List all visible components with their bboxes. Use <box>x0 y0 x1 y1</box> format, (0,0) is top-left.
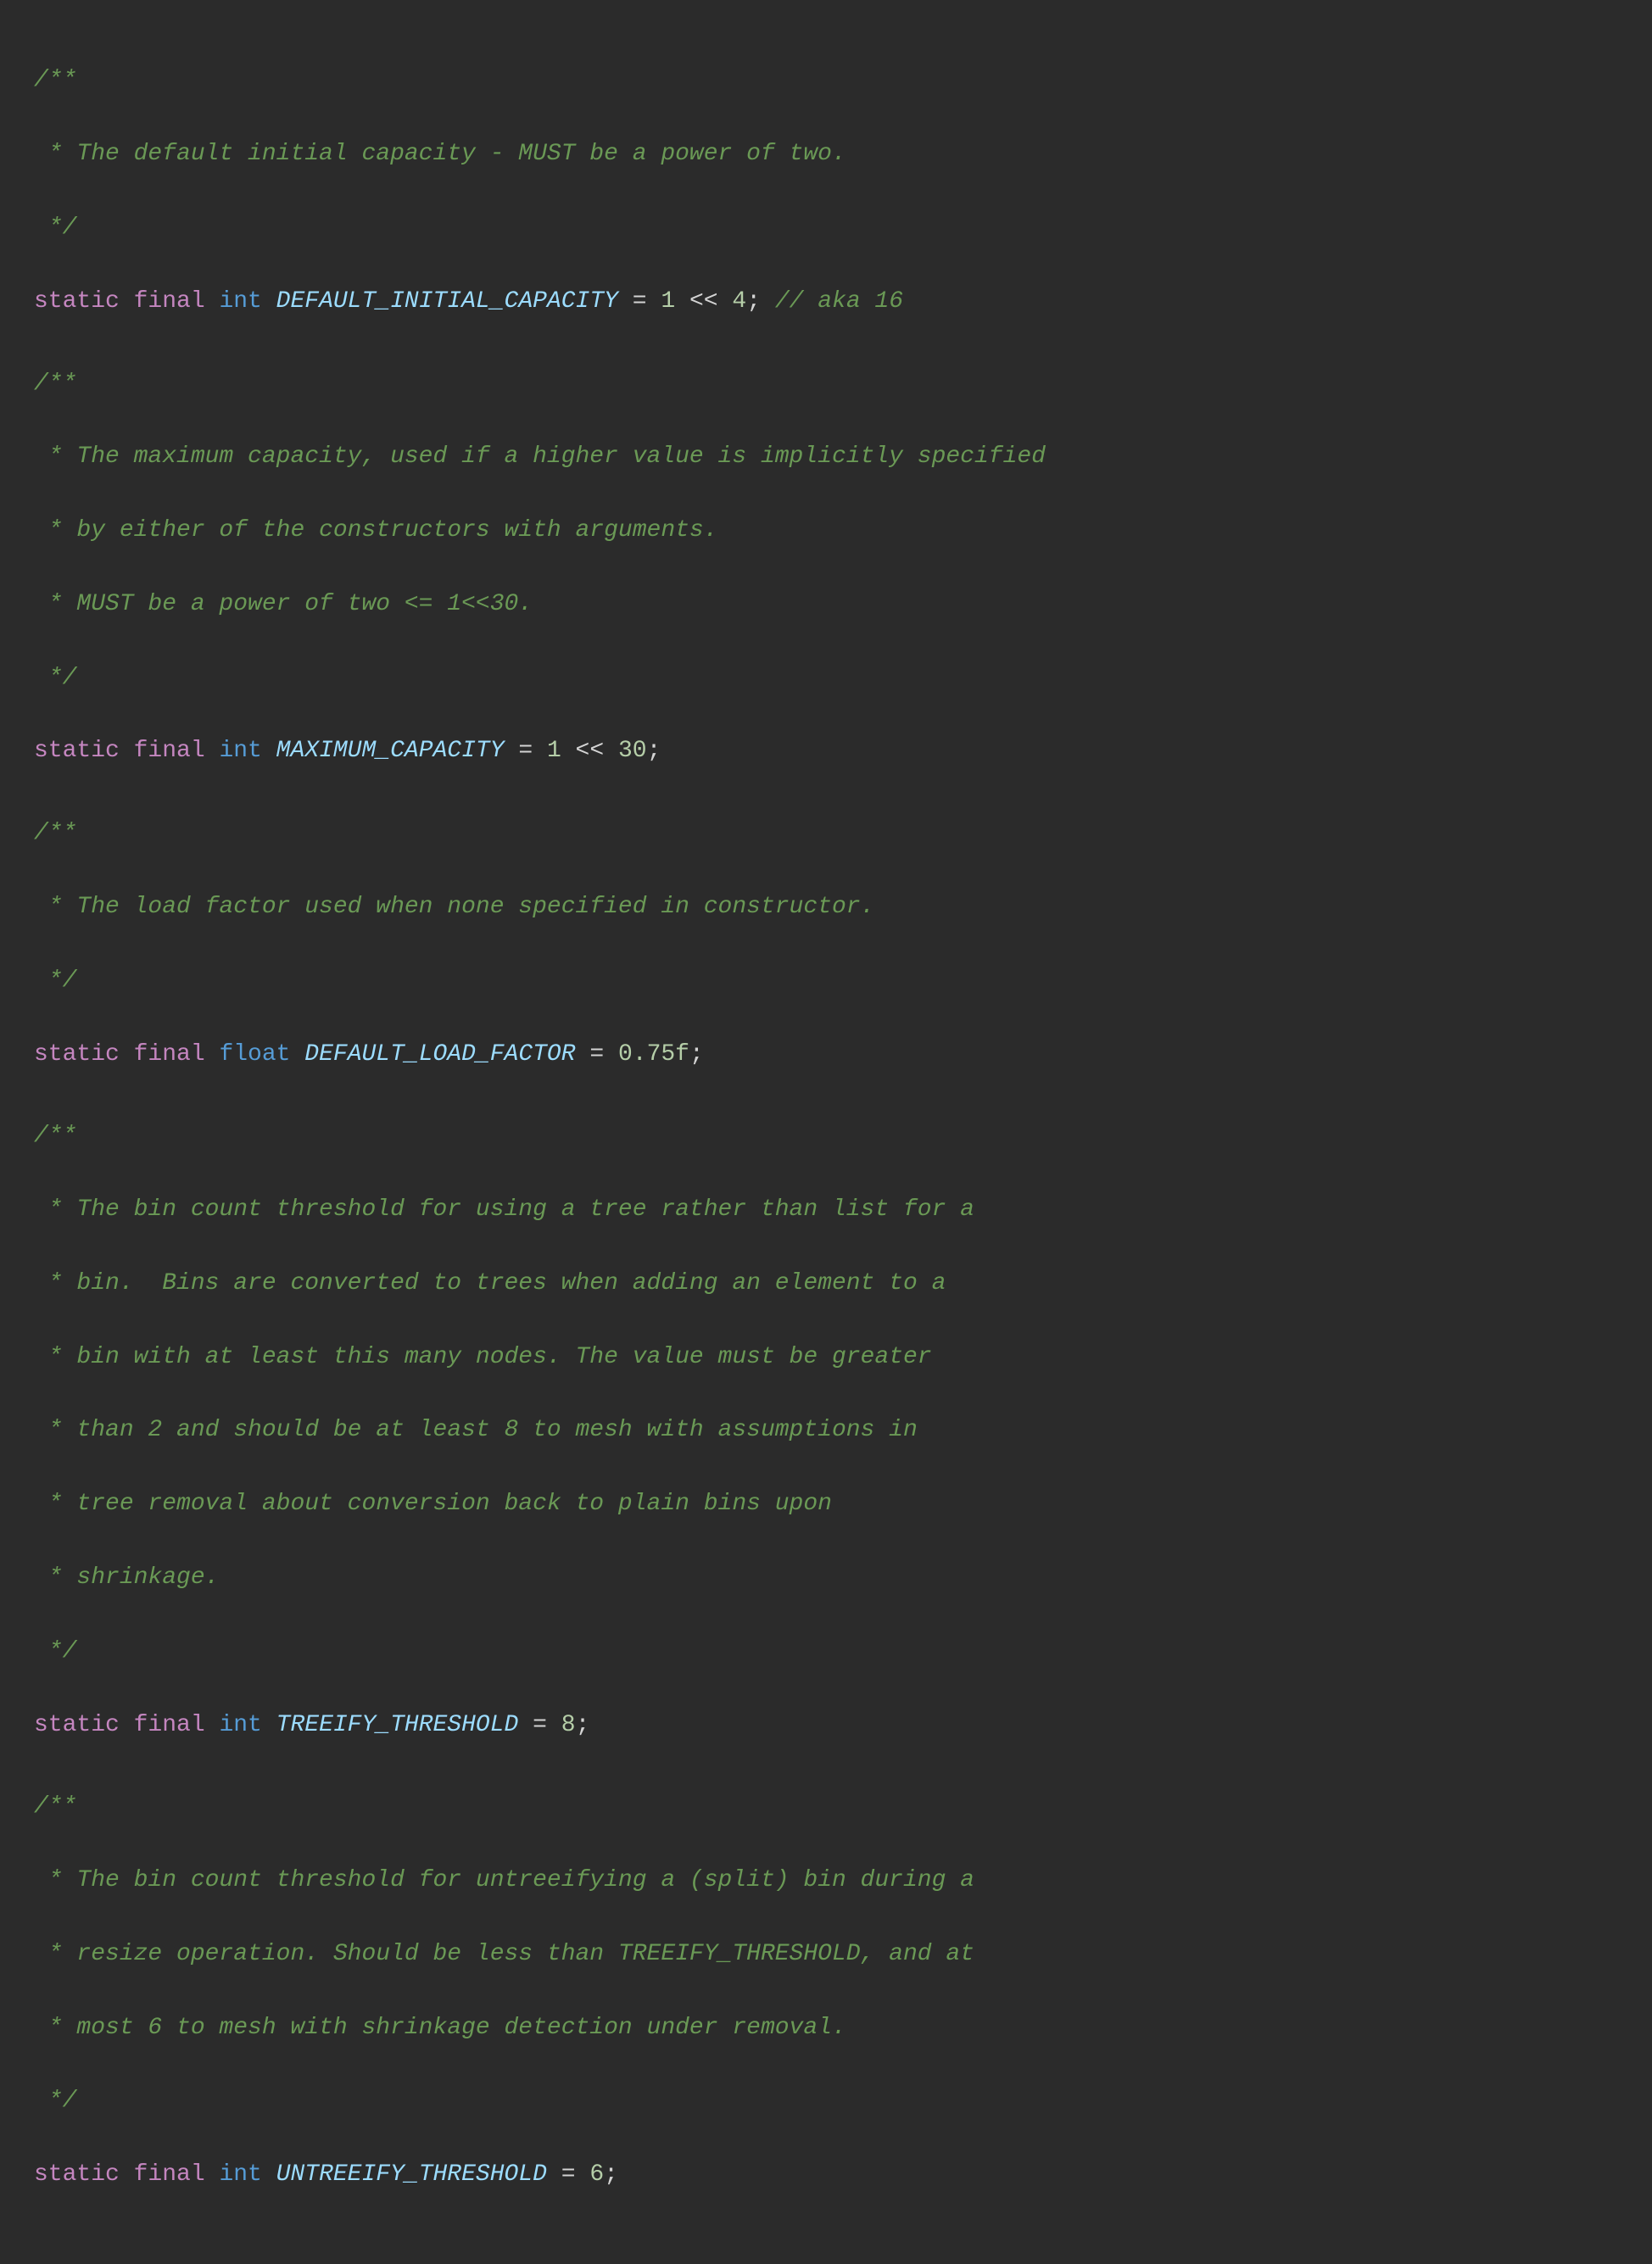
code-line: static final int UNTREEIFY_THRESHOLD = 6… <box>34 2156 1618 2193</box>
code-token: static <box>34 738 134 764</box>
comment-line: * The load factor used when none specifi… <box>34 889 1618 925</box>
comment-line: * shrinkage. <box>34 1559 1618 1596</box>
comment-line: * most 6 to mesh with shrinkage detectio… <box>34 2010 1618 2046</box>
comment-line: * bin. Bins are converted to trees when … <box>34 1265 1618 1302</box>
code-token: << <box>675 288 732 315</box>
code-token: final <box>134 738 220 764</box>
comment-line: * MUST be a power of two <= 1<<30. <box>34 586 1618 622</box>
code-line: static final int MAXIMUM_CAPACITY = 1 <<… <box>34 733 1618 769</box>
code-line: static final float DEFAULT_LOAD_FACTOR =… <box>34 1036 1618 1073</box>
comment-line: */ <box>34 660 1618 696</box>
comment-line: */ <box>34 2083 1618 2119</box>
code-token: 0.75f <box>618 1041 689 1068</box>
comment-line: /** <box>34 815 1618 851</box>
code-token: ; <box>576 1712 590 1738</box>
code-token: final <box>134 288 220 315</box>
code-token: 8 <box>561 1712 576 1738</box>
code-section-section1: /** * The default initial capacity - MUS… <box>34 62 1618 356</box>
code-token: 6 <box>589 2161 604 2188</box>
code-token: 4 <box>732 288 746 315</box>
code-token: int <box>219 1712 276 1738</box>
code-token: static <box>34 1712 134 1738</box>
code-token: ; <box>647 738 661 764</box>
code-token: static <box>34 2161 134 2188</box>
code-token: final <box>134 1712 220 1738</box>
comment-line: * bin with at least this many nodes. The… <box>34 1339 1618 1375</box>
code-token: = <box>576 1041 618 1068</box>
code-token: 1 <box>547 738 561 764</box>
comment-line: /** <box>34 62 1618 98</box>
code-token: = <box>618 288 661 315</box>
code-token: << <box>561 738 618 764</box>
code-token: float <box>219 1041 304 1068</box>
comment-line: /** <box>34 365 1618 402</box>
comment-line: * tree removal about conversion back to … <box>34 1486 1618 1522</box>
code-section-section5: /** * The bin count threshold for untree… <box>34 1788 1618 2230</box>
code-token: UNTREEIFY_THRESHOLD <box>276 2161 547 2188</box>
comment-line: * The bin count threshold for using a tr… <box>34 1191 1618 1228</box>
comment-line: */ <box>34 209 1618 246</box>
comment-line: */ <box>34 1633 1618 1670</box>
comment-line: /** <box>34 1788 1618 1825</box>
code-token: = <box>518 1712 561 1738</box>
code-section-section3: /** * The load factor used when none spe… <box>34 815 1618 1109</box>
comment-line: * resize operation. Should be less than … <box>34 1936 1618 1972</box>
code-token: int <box>219 288 276 315</box>
code-line: static final int TREEIFY_THRESHOLD = 8; <box>34 1707 1618 1743</box>
comment-line: * The maximum capacity, used if a higher… <box>34 438 1618 475</box>
code-token: // aka 16 <box>775 288 903 315</box>
code-token: static <box>34 1041 134 1068</box>
code-token: DEFAULT_INITIAL_CAPACITY <box>276 288 618 315</box>
comment-line: * than 2 and should be at least 8 to mes… <box>34 1412 1618 1448</box>
code-token: = <box>505 738 547 764</box>
code-token: TREEIFY_THRESHOLD <box>276 1712 519 1738</box>
code-token: ; <box>746 288 775 315</box>
code-token: final <box>134 2161 220 2188</box>
code-token: MAXIMUM_CAPACITY <box>276 738 505 764</box>
comment-line: * The bin count threshold for untreeifyi… <box>34 1862 1618 1899</box>
code-token: int <box>219 2161 276 2188</box>
code-token: = <box>547 2161 589 2188</box>
code-editor: /** * The default initial capacity - MUS… <box>34 25 1618 2230</box>
comment-line: * The default initial capacity - MUST be… <box>34 136 1618 172</box>
code-token: DEFAULT_LOAD_FACTOR <box>304 1041 575 1068</box>
code-section-section4: /** * The bin count threshold for using … <box>34 1118 1618 1780</box>
code-token: static <box>34 288 134 315</box>
code-section-section2: /** * The maximum capacity, used if a hi… <box>34 365 1618 807</box>
comment-line: * by either of the constructors with arg… <box>34 512 1618 549</box>
comment-line: /** <box>34 1118 1618 1154</box>
code-token: final <box>134 1041 220 1068</box>
code-token: int <box>219 738 276 764</box>
code-line: static final int DEFAULT_INITIAL_CAPACIT… <box>34 283 1618 320</box>
code-token: 1 <box>661 288 675 315</box>
comment-line: */ <box>34 962 1618 999</box>
code-token: ; <box>604 2161 618 2188</box>
code-token: ; <box>689 1041 704 1068</box>
code-token: 30 <box>618 738 647 764</box>
